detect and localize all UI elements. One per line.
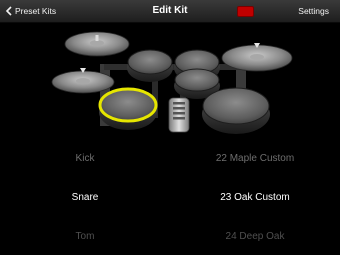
preset-item-23-selected[interactable]: 23 Oak Custom [170,192,340,203]
snare-drum-selected[interactable] [98,87,158,130]
kick-pedal[interactable] [168,97,190,133]
settings-button[interactable]: Settings [298,0,329,22]
page-title: Edit Kit [152,5,188,16]
preset-item-22[interactable]: 22 Maple Custom [170,153,340,164]
record-button[interactable] [237,6,254,17]
picker-item-snare-selected[interactable]: Snare [0,192,170,203]
crash-cymbal-left[interactable] [64,31,130,57]
tom-1[interactable] [127,49,173,82]
navigation-bar: Preset Kits Edit Kit Settings [0,0,340,23]
preset-item-24[interactable]: 24 Deep Oak [170,231,340,242]
floor-tom[interactable] [202,87,270,134]
drum-kit [51,31,293,134]
picker-item-tom[interactable]: Tom [0,231,170,242]
drum-preset-picker[interactable]: 22 Maple Custom 23 Oak Custom 24 Deep Oa… [170,142,340,255]
ride-cymbal[interactable] [221,43,293,72]
drum-piece-picker[interactable]: Kick Snare Tom [0,142,170,255]
picker-item-kick[interactable]: Kick [0,153,170,164]
